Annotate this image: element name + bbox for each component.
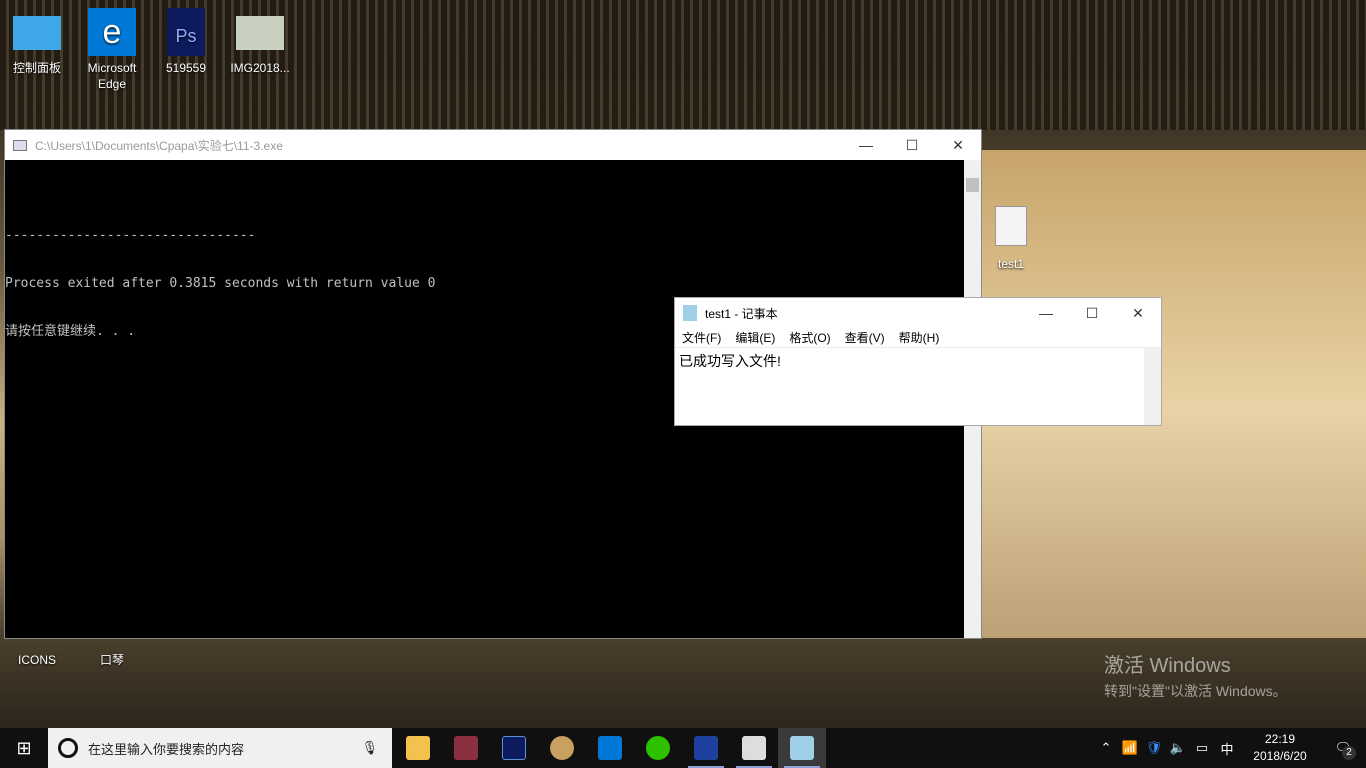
icon-label: ICONS: [17, 653, 56, 667]
text-file-icon: [995, 206, 1027, 246]
icon-label: 口琴: [99, 653, 124, 667]
anime-app-icon: [454, 736, 478, 760]
text-editor[interactable]: 已成功写入文件!: [675, 348, 1144, 425]
image-file-icon: [236, 16, 284, 50]
vertical-scrollbar[interactable]: [1144, 348, 1161, 425]
watermark-title: 激活 Windows: [1104, 655, 1231, 677]
dev-cpp-icon: [694, 736, 718, 760]
battery-icon[interactable]: ▭: [1190, 740, 1214, 756]
paint-palette-icon: [550, 736, 574, 760]
console-titlebar[interactable]: C:\Users\1\Documents\Cpapa\实验七\11-3.exe …: [5, 130, 981, 160]
edge-icon: e: [88, 8, 136, 56]
action-center-button[interactable]: 🗨 2: [1320, 740, 1366, 760]
menu-file[interactable]: 文件(F): [682, 329, 721, 346]
desktop-icon-img[interactable]: IMG2018...: [223, 8, 297, 76]
psd-file-icon: Ps: [167, 8, 205, 56]
cortana-icon: [58, 738, 78, 758]
console-line: --------------------------------: [5, 228, 256, 243]
menu-edit[interactable]: 编辑(E): [735, 329, 775, 346]
taskbar-edge[interactable]: [586, 728, 634, 768]
console-line: Process exited after 0.3815 seconds with…: [5, 276, 436, 291]
maximize-button[interactable]: ☐: [889, 130, 935, 160]
taskbar-photoshop[interactable]: [490, 728, 538, 768]
taskbar-anime-app[interactable]: [442, 728, 490, 768]
wechat-icon: [646, 736, 670, 760]
wifi-icon[interactable]: 📶: [1118, 740, 1142, 756]
taskbar-apps: [394, 728, 826, 768]
taskbar-notepad[interactable]: [778, 728, 826, 768]
console-icon: [742, 736, 766, 760]
shield-icon[interactable]: 🛡: [1142, 740, 1166, 756]
search-placeholder: 在这里输入你要搜索的内容: [88, 741, 245, 757]
chevron-up-icon[interactable]: ⌃: [1094, 740, 1118, 756]
icon-label: 控制面板: [12, 61, 61, 75]
maximize-button[interactable]: ☐: [1069, 298, 1115, 328]
activation-watermark: 激活 Windows 转到"设置"以激活 Windows。: [1104, 649, 1287, 701]
clock-time: 22:19: [1264, 732, 1296, 746]
minimize-button[interactable]: —: [1023, 298, 1069, 328]
menu-view[interactable]: 查看(V): [845, 329, 885, 346]
start-button[interactable]: ⊞: [0, 728, 48, 768]
menu-help[interactable]: 帮助(H): [899, 329, 940, 346]
window-title: test1 - 记事本: [705, 306, 778, 321]
desktop-icon-icons[interactable]: ICONS: [0, 652, 74, 668]
close-button[interactable]: ✕: [935, 130, 981, 160]
icon-label: Microsoft Edge: [87, 61, 137, 91]
microphone-icon[interactable]: 🎙: [361, 740, 378, 756]
taskbar: ⊞ 在这里输入你要搜索的内容 🎙 ⌃ 📶 🛡 🔈 ▭ 中 22:19 2018/…: [0, 728, 1366, 768]
editor-text: 已成功写入文件!: [679, 353, 781, 369]
menu-format[interactable]: 格式(O): [789, 329, 830, 346]
notification-count: 2: [1342, 746, 1356, 760]
notepad-app-icon: [683, 305, 697, 321]
console-app-icon: [13, 139, 27, 151]
system-tray: ⌃ 📶 🛡 🔈 ▭ 中 22:19 2018/6/20 🗨 2: [1094, 731, 1366, 765]
folder-icon: [406, 736, 430, 760]
notepad-titlebar[interactable]: test1 - 记事本 — ☐ ✕: [675, 298, 1161, 328]
icon-label: 519559: [165, 61, 207, 75]
window-title: C:\Users\1\Documents\Cpapa\实验七\11-3.exe: [35, 138, 283, 153]
taskbar-file-explorer[interactable]: [394, 728, 442, 768]
desktop-icon-psd[interactable]: Ps 519559: [149, 8, 223, 76]
taskbar-wechat[interactable]: [634, 728, 682, 768]
icon-label: test1: [997, 257, 1024, 271]
edge-icon: [598, 736, 622, 760]
desktop-icon-harmonica[interactable]: 口琴: [75, 652, 149, 668]
notepad-window[interactable]: test1 - 记事本 — ☐ ✕ 文件(F) 编辑(E) 格式(O) 查看(V…: [674, 297, 1162, 426]
clock[interactable]: 22:19 2018/6/20: [1240, 731, 1320, 765]
desktop-icon-control-panel[interactable]: 控制面板: [0, 8, 74, 76]
close-button[interactable]: ✕: [1115, 298, 1161, 328]
volume-icon[interactable]: 🔈: [1166, 740, 1190, 756]
scrollbar-thumb[interactable]: [966, 178, 979, 192]
menu-bar: 文件(F) 编辑(E) 格式(O) 查看(V) 帮助(H): [675, 328, 1161, 348]
watermark-subtitle: 转到"设置"以激活 Windows。: [1104, 683, 1287, 699]
control-panel-icon: [13, 16, 61, 50]
search-box[interactable]: 在这里输入你要搜索的内容 🎙: [48, 728, 392, 768]
clock-date: 2018/6/20: [1253, 749, 1307, 763]
notepad-icon: [790, 736, 814, 760]
desktop-icon-edge[interactable]: e Microsoft Edge: [75, 8, 149, 92]
taskbar-console[interactable]: [730, 728, 778, 768]
taskbar-dev-cpp[interactable]: [682, 728, 730, 768]
desktop-icon-test1[interactable]: test1: [974, 206, 1048, 272]
ime-indicator[interactable]: 中: [1214, 739, 1240, 758]
minimize-button[interactable]: —: [843, 130, 889, 160]
photoshop-icon: [502, 736, 526, 760]
icon-label: IMG2018...: [230, 61, 290, 75]
taskbar-paint[interactable]: [538, 728, 586, 768]
